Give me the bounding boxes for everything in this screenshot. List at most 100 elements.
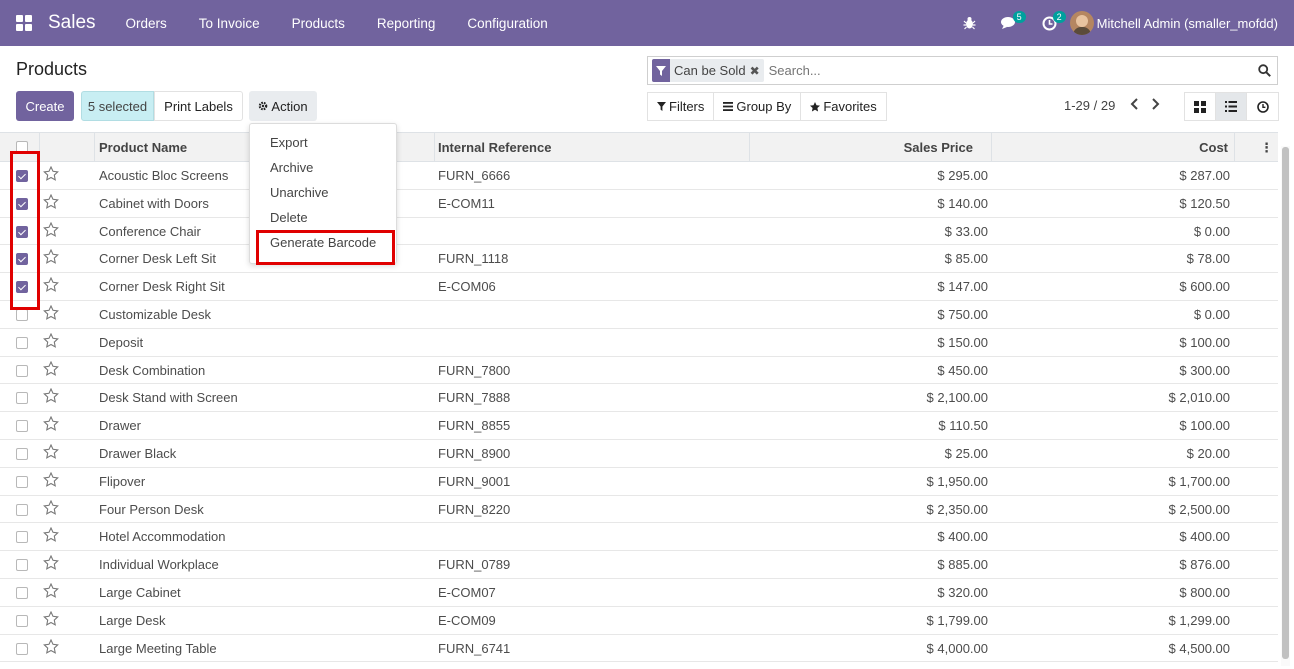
messages-badge: 5 <box>1012 11 1026 23</box>
action-dropdown-button[interactable]: Action <box>249 91 317 121</box>
row-checkbox[interactable] <box>16 559 28 572</box>
favorite-star-icon[interactable] <box>43 360 59 379</box>
row-checkbox[interactable] <box>16 336 28 349</box>
table-row[interactable]: Flipover FURN_9001 $ 1,950.00 $ 1,700.00 <box>0 467 1278 496</box>
table-row[interactable]: Acoustic Bloc Screens FURN_6666 $ 295.00 $ … <box>0 162 1278 190</box>
favorite-star-icon[interactable] <box>43 499 59 518</box>
favorite-star-icon[interactable] <box>43 415 59 434</box>
table-row[interactable]: Deposit $ 150.00 $ 100.00 <box>0 328 1278 357</box>
print-labels-button[interactable]: Print Labels <box>154 91 243 121</box>
pager-value[interactable]: 1-29 / 29 <box>1064 98 1115 113</box>
cell-sales-price: $ 150.00 <box>937 334 988 350</box>
page-title: Products <box>16 59 88 79</box>
pager-next-icon[interactable] <box>1151 97 1161 114</box>
kanban-view-icon[interactable] <box>1185 93 1216 120</box>
header-cost[interactable]: Cost <box>992 133 1235 162</box>
favorite-star-icon[interactable] <box>43 249 59 267</box>
menu-to-invoice[interactable]: To Invoice <box>183 0 276 46</box>
table-row[interactable]: Conference Chair $ 33.00 $ 0.00 <box>0 217 1278 246</box>
selected-count-badge[interactable]: 5 selected <box>81 91 154 121</box>
table-row[interactable]: Large Cabinet E-COM07 $ 320.00 $ 800.00 <box>0 579 1278 607</box>
activity-view-clock-icon[interactable] <box>1247 93 1278 120</box>
search-icon[interactable] <box>1251 64 1277 77</box>
cell-cost: $ 300.00 <box>1179 362 1230 378</box>
menu-item-archive[interactable]: Archive <box>270 160 313 175</box>
row-checkbox[interactable] <box>16 364 28 377</box>
apps-menu-icon[interactable] <box>0 0 48 46</box>
table-row[interactable]: Desk Combination FURN_7800 $ 450.00 $ 300.0… <box>0 356 1278 385</box>
favorite-star-icon[interactable] <box>43 332 59 351</box>
cell-internal-reference: FURN_6666 <box>438 168 511 183</box>
create-button[interactable]: Create <box>16 91 74 121</box>
scrollbar-thumb[interactable] <box>1282 147 1289 659</box>
cell-internal-reference: FURN_7888 <box>438 390 511 406</box>
messages-chat-icon[interactable]: 5 <box>990 0 1030 46</box>
table-row[interactable]: Hotel Accommodation $ 400.00 $ 400.00 <box>0 523 1278 552</box>
user-menu[interactable]: Mitchell Admin (smaller_mofdd) <box>1069 11 1294 35</box>
favorite-star-icon[interactable] <box>43 471 59 490</box>
table-row[interactable]: Corner Desk Right Sit E-COM06 $ 147.00 $ 60… <box>0 273 1278 301</box>
cell-product-name: Customizable Desk <box>99 307 211 322</box>
favorite-star-icon[interactable] <box>43 582 59 601</box>
cell-product-name: Drawer <box>99 418 141 434</box>
favorite-star-icon[interactable] <box>43 638 59 657</box>
cell-product-name: Large Desk <box>99 612 166 628</box>
table-row[interactable]: Drawer FURN_8855 $ 110.50 $ 100.00 <box>0 412 1278 440</box>
table-row[interactable]: Individual Workplace FURN_0789 $ 885.00 $ 8… <box>0 551 1278 579</box>
header-internal-reference[interactable]: Internal Reference <box>435 133 750 162</box>
row-checkbox[interactable] <box>16 448 28 460</box>
favorite-star-icon[interactable] <box>43 388 59 406</box>
menu-item-delete[interactable]: Delete <box>270 210 308 225</box>
row-checkbox[interactable] <box>16 503 28 516</box>
table-row[interactable]: Large Meeting Table FURN_6741 $ 4,000.00 $ … <box>0 634 1278 663</box>
optional-columns-icon[interactable]: ⋮ <box>1235 133 1278 162</box>
favorite-star-icon[interactable] <box>43 304 59 323</box>
favorite-star-icon[interactable] <box>43 610 59 629</box>
list-view-icon[interactable] <box>1216 93 1247 120</box>
favorite-star-icon[interactable] <box>43 443 59 462</box>
menu-item-unarchive[interactable]: Unarchive <box>270 185 329 200</box>
row-checkbox[interactable] <box>16 642 28 655</box>
cell-product-name: Hotel Accommodation <box>99 529 226 545</box>
favorite-star-icon[interactable] <box>43 193 59 212</box>
favorite-star-icon[interactable] <box>43 165 59 184</box>
search-input[interactable] <box>766 59 1251 82</box>
cell-product-name: Deposit <box>99 334 144 350</box>
debug-bug-icon[interactable] <box>950 0 990 46</box>
pager-previous-icon[interactable] <box>1129 97 1139 114</box>
facet-remove-icon[interactable]: ✖ <box>750 64 764 78</box>
menu-reporting[interactable]: Reporting <box>361 0 452 46</box>
favorite-star-icon[interactable] <box>43 221 59 240</box>
menu-configuration[interactable]: Configuration <box>451 0 563 46</box>
table-row[interactable]: Desk Stand with Screen FURN_7888 $ 2,100.0… <box>0 384 1278 413</box>
row-checkbox[interactable] <box>16 392 28 405</box>
header-sales-price[interactable]: Sales Price <box>750 133 992 162</box>
filters-button[interactable]: Filters <box>648 93 715 120</box>
table-row[interactable]: Four Person Desk FURN_8220 $ 2,350.00 $ 2,5… <box>0 495 1278 524</box>
cell-sales-price: $ 450.00 <box>937 362 988 378</box>
row-checkbox[interactable] <box>16 531 28 544</box>
row-checkbox[interactable] <box>16 309 28 321</box>
favorite-star-icon[interactable] <box>43 527 59 545</box>
favorite-star-icon[interactable] <box>43 554 59 573</box>
menu-orders[interactable]: Orders <box>110 0 183 46</box>
table-row[interactable]: Large Desk E-COM09 $ 1,799.00 $ 1,299.00 <box>0 606 1278 635</box>
row-checkbox[interactable] <box>16 587 28 599</box>
row-checkbox[interactable] <box>16 614 28 627</box>
menu-item-export[interactable]: Export <box>270 135 308 150</box>
row-checkbox[interactable] <box>16 475 28 488</box>
activities-clock-icon[interactable]: 2 <box>1030 0 1070 46</box>
cell-sales-price: $ 885.00 <box>937 557 988 573</box>
favorite-star-icon[interactable] <box>43 276 59 295</box>
group-by-button[interactable]: Group By <box>714 93 802 120</box>
app-name[interactable]: Sales <box>48 12 96 34</box>
table-row[interactable]: Customizable Desk $ 750.00 $ 0.00 <box>0 301 1278 329</box>
menu-products[interactable]: Products <box>276 0 361 46</box>
table-row[interactable]: Drawer Black FURN_8900 $ 25.00 $ 20.00 <box>0 440 1278 468</box>
favorites-button[interactable]: Favorites <box>801 93 885 120</box>
cell-internal-reference: FURN_8855 <box>438 418 511 434</box>
table-row[interactable]: Cabinet with Doors E-COM11 $ 140.00 $ 120.5… <box>0 189 1278 218</box>
row-checkbox[interactable] <box>16 420 28 433</box>
cell-product-name: Desk Stand with Screen <box>99 390 238 406</box>
table-row[interactable]: Corner Desk Left Sit FURN_1118 $ 85.00 $ 78… <box>0 245 1278 274</box>
